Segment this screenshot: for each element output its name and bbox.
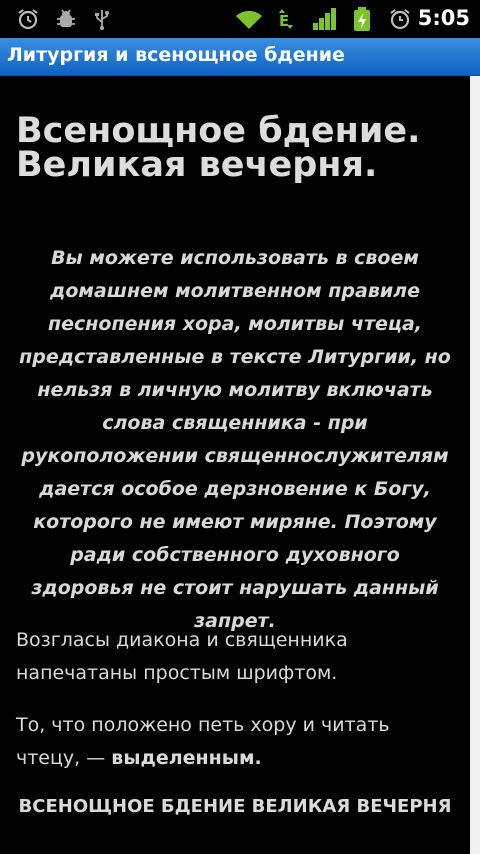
section-title: ВСЕНОЩНОЕ БДЕНИЕ ВЕЛИКАЯ ВЕЧЕРНЯ bbox=[18, 796, 452, 817]
prayer-notice: Вы можете использовать в своем домашнем … bbox=[19, 247, 451, 632]
heading-line-2: Великая вечерня. bbox=[16, 145, 378, 185]
status-time: 5:05 bbox=[417, 6, 470, 30]
app-title-bar: Литургия и всенощное бдение bbox=[0, 38, 480, 76]
page-heading: Всенощное бдение. Великая вечерня. bbox=[16, 111, 456, 185]
legend-bold-word: выделенным. bbox=[111, 747, 262, 769]
legend-paragraph-bold: То, что положено петь хору и читать чтец… bbox=[16, 709, 456, 775]
alarm-icon bbox=[18, 9, 38, 30]
battery-icon bbox=[354, 7, 370, 31]
wifi-icon bbox=[236, 10, 262, 29]
legend-paragraph-plain: Возгласы диакона и священника напечатаны… bbox=[16, 629, 348, 684]
scrollbar[interactable] bbox=[470, 76, 480, 854]
usb-icon bbox=[95, 10, 109, 30]
content-webview[interactable]: Всенощное бдение. Великая вечерня. Вы мо… bbox=[0, 76, 470, 854]
signal-icon bbox=[313, 8, 336, 30]
heading-line-1: Всенощное бдение. bbox=[16, 111, 421, 151]
status-bar: E 5:05 bbox=[0, 0, 480, 38]
app-title: Литургия и всенощное бдение bbox=[7, 44, 345, 66]
svg-text:E: E bbox=[279, 12, 289, 30]
debug-icon bbox=[57, 9, 75, 27]
clock-icon bbox=[390, 9, 410, 30]
edge-data-icon: E bbox=[279, 9, 293, 30]
